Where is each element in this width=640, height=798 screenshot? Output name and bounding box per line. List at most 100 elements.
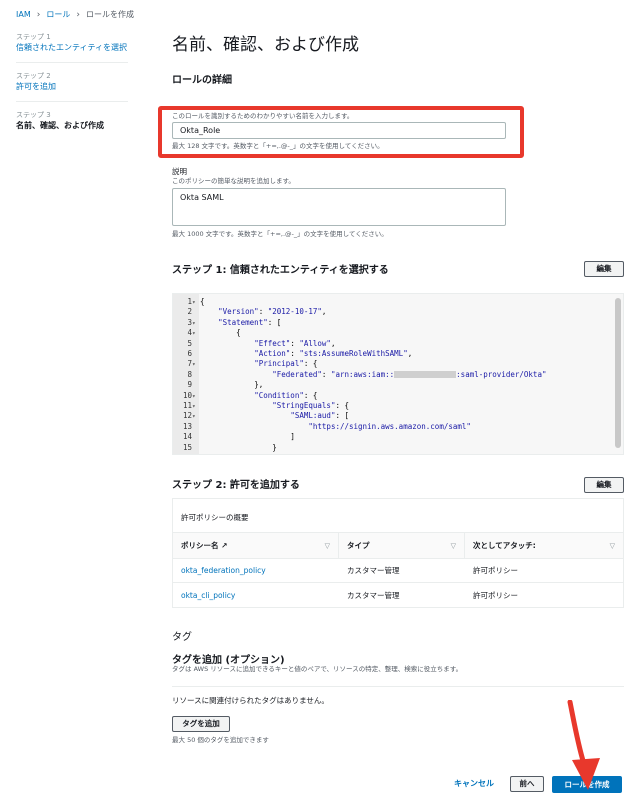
- code-token: "2012-10-17": [267, 307, 322, 317]
- code-line: 2 "Version": "2012-10-17",: [173, 307, 326, 317]
- line-number: 1: [187, 297, 192, 306]
- external-link-icon: ↗: [221, 541, 228, 550]
- code-line: 6 "Action": "sts:AssumeRoleWithSAML",: [173, 349, 412, 359]
- code-token: "Statement": [218, 317, 268, 327]
- no-tags-message: リソースに関連付けられたタグはありません。: [172, 696, 329, 705]
- step-label[interactable]: 信頼されたエンティティを選択: [16, 42, 128, 54]
- code-line: 12▾ "SAML:aud": [: [173, 411, 349, 421]
- step-number: ステップ 2: [16, 72, 51, 80]
- permissions-summary-title: 許可ポリシーの概要: [173, 499, 623, 533]
- line-number: 5: [187, 338, 192, 348]
- code-token: : {: [303, 390, 318, 400]
- code-token: "Allow": [299, 338, 331, 348]
- policy-type: カスタマー管理: [347, 566, 400, 575]
- code-token: : [: [267, 317, 282, 327]
- line-number: 2: [187, 307, 192, 317]
- breadcrumb-current: ロールを作成: [85, 10, 134, 19]
- step1-edit-button[interactable]: 編集: [584, 261, 624, 277]
- code-line: 14 ]: [173, 432, 295, 442]
- add-tag-button[interactable]: タグを追加: [172, 716, 230, 732]
- policy-name-link[interactable]: okta_federation_policy: [173, 559, 339, 582]
- line-number: 9: [187, 380, 192, 390]
- line-number: 13: [182, 421, 192, 431]
- redacted-account-id: [394, 371, 457, 379]
- code-token: :: [290, 338, 300, 348]
- wizard-step-3: ステップ 3 名前、確認、および作成: [16, 110, 128, 140]
- code-line: 10▾ "Condition": {: [173, 391, 317, 401]
- line-number: 11: [182, 401, 192, 410]
- sort-down-icon[interactable]: ▽: [610, 542, 615, 550]
- code-token: "Version": [218, 307, 259, 317]
- step-number: ステップ 1: [16, 33, 51, 41]
- code-line: 15 }: [173, 443, 277, 453]
- sort-down-icon[interactable]: ▽: [451, 542, 456, 550]
- code-scrollbar[interactable]: [615, 298, 621, 448]
- column-label: 次としてアタッチ:: [473, 541, 536, 550]
- line-number: 6: [187, 349, 192, 358]
- step2-edit-button[interactable]: 編集: [584, 477, 624, 493]
- red-arrow-annotation: [567, 700, 600, 790]
- code-token: :: [321, 369, 331, 379]
- sort-down-icon[interactable]: ▽: [325, 542, 330, 550]
- wizard-step-1[interactable]: ステップ 1 信頼されたエンティティを選択: [16, 32, 128, 63]
- code-token: : {: [335, 401, 350, 410]
- role-name-input[interactable]: Okta_Role: [172, 122, 506, 139]
- line-number: 4: [187, 328, 192, 338]
- add-tags-hint: タグは AWS リソースに追加できるキーと値のペアで、リソースの特定、整理、検索…: [172, 665, 463, 673]
- code-line: 4▾ {: [173, 328, 240, 338]
- code-token: :: [290, 349, 300, 358]
- code-token: "Principal": [254, 359, 304, 369]
- code-token: "Action": [254, 349, 291, 358]
- page-title: 名前、確認、および作成: [172, 35, 359, 55]
- description-hint: このポリシーの簡単な説明を追加します。: [172, 177, 295, 185]
- line-number: 8: [187, 369, 192, 379]
- code-line: 11▾ "StringEquals": {: [173, 401, 349, 411]
- breadcrumb-iam-link[interactable]: IAM: [16, 10, 31, 19]
- line-number: 16: [173, 453, 192, 454]
- table-row: okta_federation_policy カスタマー管理 許可ポリシー: [173, 559, 623, 583]
- code-token: "Federated": [272, 369, 322, 379]
- cancel-button[interactable]: キャンセル: [454, 778, 494, 789]
- column-attach-as[interactable]: 次としてアタッチ: ▽: [465, 533, 623, 558]
- chevron-right-icon: ›: [76, 9, 80, 20]
- table-row: okta_cli_policy カスタマー管理 許可ポリシー: [173, 583, 623, 607]
- breadcrumb-roles-link[interactable]: ロール: [46, 9, 70, 20]
- step-number: ステップ 3: [16, 111, 51, 119]
- line-number: 12: [182, 411, 192, 421]
- code-line: 1▾{: [173, 297, 204, 307]
- column-label: タイプ: [347, 541, 370, 550]
- code-token: ,: [330, 338, 336, 348]
- code-token: ]: [290, 432, 295, 442]
- column-type[interactable]: タイプ ▽: [339, 533, 465, 558]
- column-policy-name[interactable]: ポリシー名 ↗ ▽: [173, 533, 339, 558]
- step-label[interactable]: 許可を追加: [16, 81, 128, 93]
- code-token: : [: [335, 411, 350, 421]
- back-button[interactable]: 前へ: [510, 776, 544, 792]
- tag-limit-note: 最大 50 個のタグを追加できます: [172, 736, 269, 744]
- code-line: 13 "https://signin.aws.amazon.com/saml": [173, 422, 471, 432]
- trust-policy-code-view: 1▾{2 "Version": "2012-10-17", 3▾ "Stateme…: [172, 293, 624, 455]
- description-note: 最大 1000 文字です。英数字と「+=,.@-_」の文字を使用してください。: [172, 230, 388, 238]
- code-token: },: [254, 380, 264, 390]
- wizard-steps-sidebar: ステップ 1 信頼されたエンティティを選択 ステップ 2 許可を追加 ステップ …: [16, 32, 128, 148]
- divider: [172, 686, 624, 687]
- chevron-right-icon: ›: [36, 9, 41, 20]
- wizard-step-2[interactable]: ステップ 2 許可を追加: [16, 71, 128, 102]
- policy-name-link[interactable]: okta_cli_policy: [173, 583, 339, 607]
- code-token: "https://signin.aws.amazon.com/saml": [308, 421, 471, 431]
- step2-title: ステップ 2: 許可を追加する: [172, 480, 300, 491]
- description-textarea[interactable]: Okta SAML: [172, 188, 506, 226]
- code-line: 8 "Federated": "arn:aws:iam:::saml-provi…: [173, 370, 546, 380]
- code-line: 16 }: [173, 453, 259, 455]
